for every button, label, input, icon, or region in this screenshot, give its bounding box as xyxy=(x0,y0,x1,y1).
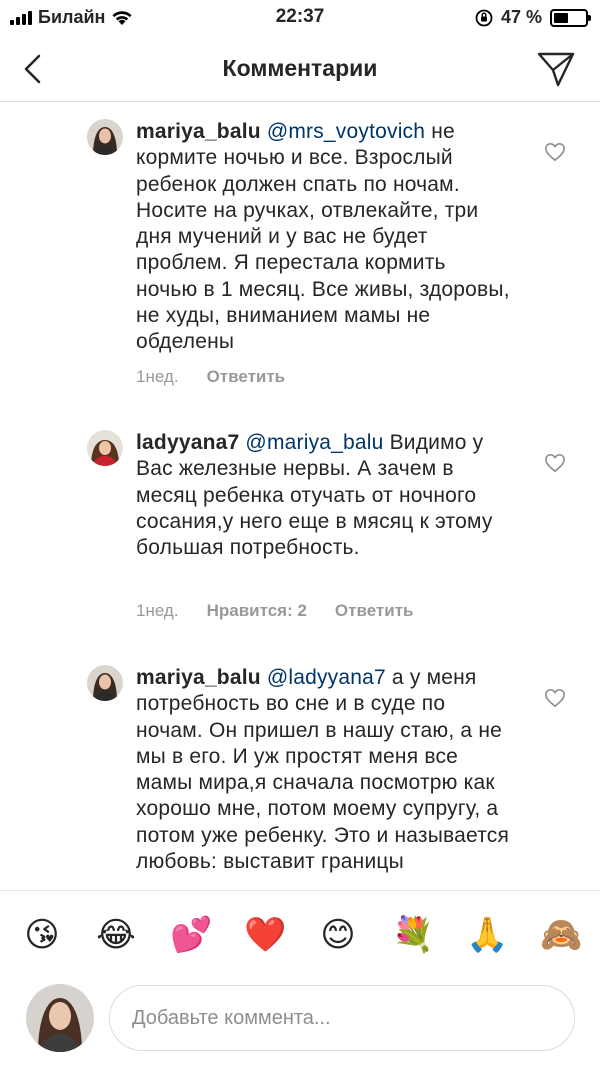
comment-mention[interactable]: @mrs_voytovich xyxy=(267,120,425,143)
emoji-kiss-button[interactable]: 😘 xyxy=(22,915,62,955)
paper-plane-icon xyxy=(537,52,575,87)
comment-composer xyxy=(0,978,600,1066)
current-user-avatar[interactable] xyxy=(26,984,94,1052)
orientation-lock-icon xyxy=(475,9,493,26)
comment-meta: 1нед. Нравится: 2 Ответить xyxy=(136,601,413,621)
page-title: Комментарии xyxy=(222,55,378,81)
comment-body: не кормите ночью и все. Взрослый ребенок… xyxy=(136,120,510,354)
battery-icon xyxy=(550,8,591,27)
status-right: 47 % xyxy=(475,7,591,28)
share-button[interactable] xyxy=(536,49,576,89)
avatar[interactable] xyxy=(87,665,123,701)
comment-body: а у меня потребность во сне и в суде по … xyxy=(136,666,510,874)
comment-time: 1нед. xyxy=(136,367,179,386)
avatar[interactable] xyxy=(87,119,123,155)
battery-level xyxy=(554,12,569,23)
comment-username[interactable]: ladyyana7 xyxy=(136,431,239,454)
emoji-praying-hands-button[interactable]: 🙏 xyxy=(466,915,508,955)
comment-username[interactable]: mariya_balu xyxy=(136,120,261,143)
comment-meta: 1нед. Ответить xyxy=(136,367,285,387)
comments-list[interactable]: mariya_balu @mrs_voytovich не кормите но… xyxy=(0,103,600,890)
comment-input[interactable] xyxy=(109,985,575,1051)
emoji-two-hearts-button[interactable]: 💕 xyxy=(170,915,212,955)
reply-button[interactable]: Ответить xyxy=(207,367,286,387)
avatar[interactable] xyxy=(87,430,123,466)
heart-icon[interactable] xyxy=(544,142,566,162)
emoji-quick-bar: 😘 😂 💕 ❤️ 😊 💐 🙏 🙈 xyxy=(0,890,600,978)
comment-text: mariya_balu @mrs_voytovich не кормите но… xyxy=(136,119,512,356)
status-bar: Билайн 22:37 47 % xyxy=(0,0,600,36)
emoji-smile-button[interactable]: 😊 xyxy=(318,915,358,955)
battery-percent: 47 % xyxy=(500,7,542,27)
emoji-laughing-button[interactable]: 😂 xyxy=(96,915,136,955)
emoji-see-no-evil-monkey-button[interactable]: 🙈 xyxy=(540,915,582,955)
reply-button[interactable]: Ответить xyxy=(335,601,414,621)
heart-icon[interactable] xyxy=(544,453,566,473)
comment-text: ladyyana7 @mariya_balu Видимо у Вас желе… xyxy=(136,430,512,561)
likes-count-button[interactable]: Нравится: 2 xyxy=(207,601,307,621)
emoji-red-heart-button[interactable]: ❤️ xyxy=(244,915,286,955)
heart-icon[interactable] xyxy=(544,688,566,708)
header: Комментарии xyxy=(0,36,600,102)
comment-text: mariya_balu @ladyyana7 а у меня потребно… xyxy=(136,665,512,875)
comment-mention[interactable]: @ladyyana7 xyxy=(267,666,386,689)
comment-username[interactable]: mariya_balu xyxy=(136,666,261,689)
emoji-bouquet-button[interactable]: 💐 xyxy=(392,915,434,955)
comment-mention[interactable]: @mariya_balu xyxy=(245,431,383,454)
comment-time: 1нед. xyxy=(136,601,179,620)
